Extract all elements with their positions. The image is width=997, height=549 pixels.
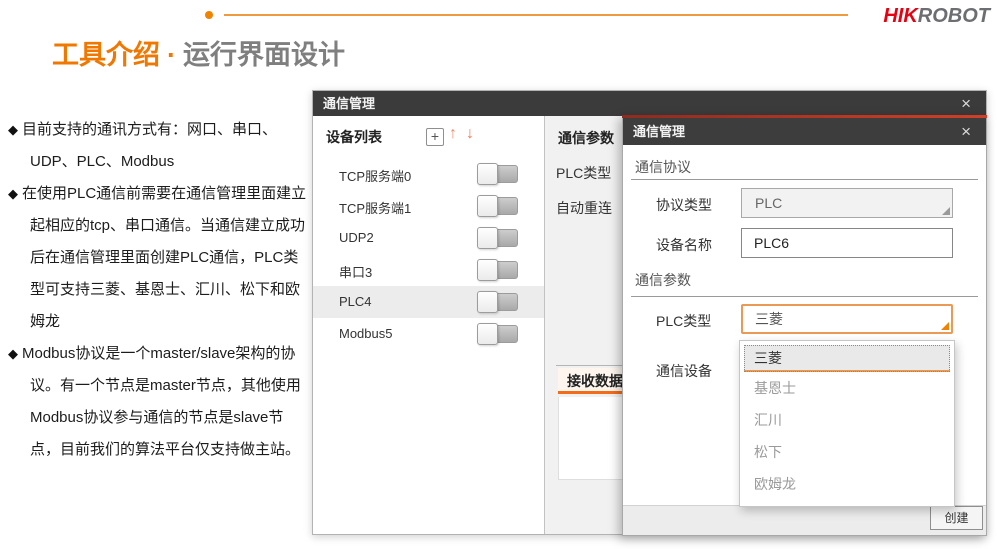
feature-notes: ◆ 目前支持的通讯方式有：网口、串口、UDP、PLC、Modbus ◆ 在使用PLC… <box>8 114 308 466</box>
logo-robot-text: ROBOT <box>918 5 990 27</box>
device-row-plc4[interactable]: PLC4 <box>313 286 544 318</box>
dropdown-corner-icon <box>941 322 949 330</box>
params-panel-header: 通信参数 <box>558 128 614 148</box>
plc-type-select[interactable]: 三菱 <box>741 304 953 334</box>
section-divider <box>631 179 978 180</box>
section-protocol: 通信协议 <box>635 157 691 177</box>
dialog1-titlebar[interactable]: 通信管理 × <box>313 91 986 116</box>
protocol-type-select[interactable]: PLC <box>741 188 953 218</box>
dialog1-title: 通信管理 <box>323 91 375 116</box>
toggle-knob <box>477 227 498 249</box>
plc-type-value: 三菱 <box>755 311 783 327</box>
auto-reconnect-label: 自动重连 <box>556 198 612 218</box>
move-down-icon[interactable]: ↓ <box>466 125 474 143</box>
note-text: 目前支持的通讯方式有：网口、串口、UDP、PLC、Modbus <box>22 121 277 170</box>
dropdown-option-mitsubishi[interactable]: 三菱 <box>744 345 950 372</box>
section-params: 通信参数 <box>635 270 691 290</box>
section-divider <box>631 296 978 297</box>
note-text: 在使用PLC通信前需要在通信管理里面建立起相应的tcp、串口通信。当通信建立成功… <box>22 185 306 330</box>
dropdown-option-keyence[interactable]: 基恩士 <box>740 372 954 404</box>
create-communication-dialog: 通信管理 × 通信协议 协议类型 PLC 设备名称 通信参数 PLC类型 三菱 … <box>622 115 987 536</box>
close-icon[interactable]: × <box>961 91 971 116</box>
protocol-type-value: PLC <box>755 195 782 211</box>
toggle-knob <box>477 163 498 185</box>
device-row-tcp0[interactable]: TCP服务端0 <box>313 158 544 190</box>
dialog2-title: 通信管理 <box>633 118 685 145</box>
note-text: Modbus协议是一个master/slave架构的协议。有一个节点是maste… <box>22 345 301 458</box>
device-name-label: 设备名称 <box>656 235 712 255</box>
plc-type-label: PLC类型 <box>556 163 611 183</box>
dropdown-option-omron[interactable]: 欧姆龙 <box>740 468 954 500</box>
device-row-tcp1[interactable]: TCP服务端1 <box>313 190 544 222</box>
device-name: PLC4 <box>339 294 372 309</box>
dropdown-option-inovance[interactable]: 汇川 <box>740 404 954 436</box>
diamond-bullet-icon: ◆ <box>8 186 18 201</box>
toggle-knob <box>477 291 498 313</box>
close-icon[interactable]: × <box>961 118 971 145</box>
device-name: TCP服务端1 <box>339 198 411 217</box>
device-name: Modbus5 <box>339 326 392 341</box>
note-item: ◆ 目前支持的通讯方式有：网口、串口、UDP、PLC、Modbus <box>8 114 308 178</box>
hikrobot-logo: HIKROBOT <box>850 5 990 28</box>
move-up-icon[interactable]: ↑ <box>449 125 457 143</box>
dialog2-footer: 创建 <box>623 505 986 535</box>
logo-hik-text: HIK <box>883 5 917 27</box>
accent-divider-line <box>224 14 848 16</box>
accent-dot-icon <box>205 11 213 19</box>
device-name: UDP2 <box>339 230 374 245</box>
note-item: ◆ 在使用PLC通信前需要在通信管理里面建立起相应的tcp、串口通信。当通信建立成… <box>8 178 308 338</box>
toggle-knob <box>477 259 498 281</box>
device-row-modbus5[interactable]: Modbus5 <box>313 318 544 350</box>
device-list-panel: 设备列表 + ↑ ↓ TCP服务端0 TCP服务端1 UDP2 串口3 <box>313 116 545 534</box>
dialog2-titlebar[interactable]: 通信管理 × <box>623 118 986 145</box>
receive-data-panel <box>558 397 630 480</box>
enable-toggle[interactable] <box>477 291 518 313</box>
diamond-bullet-icon: ◆ <box>8 346 18 361</box>
enable-toggle[interactable] <box>477 259 518 281</box>
diamond-bullet-icon: ◆ <box>8 122 18 137</box>
device-row-udp2[interactable]: UDP2 <box>313 222 544 254</box>
device-name-input[interactable] <box>741 228 953 258</box>
device-name: 串口3 <box>339 262 372 281</box>
enable-toggle[interactable] <box>477 163 518 185</box>
device-rows: TCP服务端0 TCP服务端1 UDP2 串口3 PLC4 <box>313 158 544 350</box>
toggle-knob <box>477 195 498 217</box>
device-name: TCP服务端0 <box>339 166 411 185</box>
tab-receive-data[interactable]: 接收数据 <box>558 368 628 394</box>
plc-type-label: PLC类型 <box>656 311 711 331</box>
note-item: ◆ Modbus协议是一个master/slave架构的协议。有一个节点是mast… <box>8 338 308 466</box>
device-row-serial3[interactable]: 串口3 <box>313 254 544 286</box>
comm-device-label: 通信设备 <box>656 361 712 381</box>
plc-type-dropdown-list: 三菱 基恩士 汇川 松下 欧姆龙 <box>739 340 955 507</box>
page-title-separator: · <box>167 40 176 70</box>
slide: HIKROBOT 工具介绍·运行界面设计 ◆ 目前支持的通讯方式有：网口、串口、U… <box>0 0 997 549</box>
create-button[interactable]: 创建 <box>930 506 983 530</box>
dropdown-corner-icon <box>942 207 950 215</box>
page-title: 工具介绍·运行界面设计 <box>52 33 345 72</box>
device-list-header: 设备列表 <box>326 127 382 147</box>
page-title-highlight: 工具介绍 <box>52 40 160 70</box>
add-device-button[interactable]: + <box>426 128 444 146</box>
page-title-rest: 运行界面设计 <box>183 40 345 70</box>
toggle-knob <box>477 323 498 345</box>
enable-toggle[interactable] <box>477 195 518 217</box>
enable-toggle[interactable] <box>477 227 518 249</box>
dropdown-option-panasonic[interactable]: 松下 <box>740 436 954 468</box>
protocol-type-label: 协议类型 <box>656 195 712 215</box>
enable-toggle[interactable] <box>477 323 518 345</box>
